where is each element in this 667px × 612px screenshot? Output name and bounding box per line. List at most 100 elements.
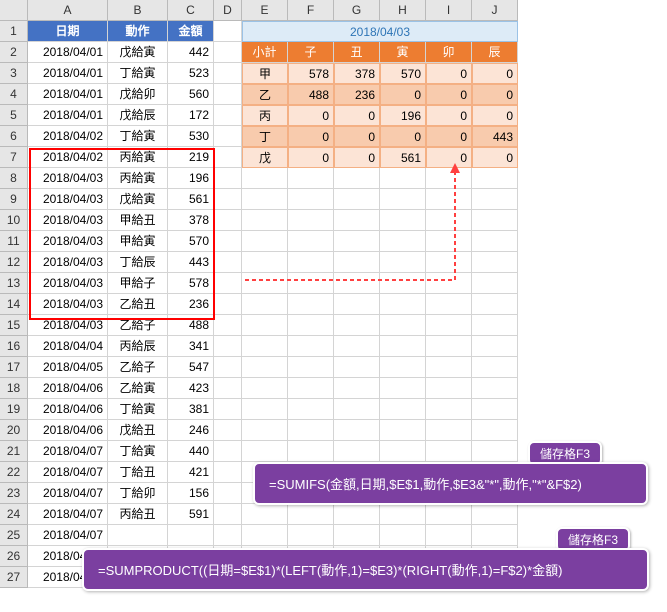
cell[interactable] [472,378,518,399]
cell[interactable]: 0 [426,126,472,147]
cell[interactable] [288,210,334,231]
cell[interactable] [242,168,288,189]
row-header[interactable]: 9 [0,189,28,210]
cell[interactable]: 196 [380,105,426,126]
cell[interactable] [242,378,288,399]
cell[interactable]: 2018/04/01 [28,84,108,105]
cell[interactable]: 丁給卯 [108,483,168,504]
cell[interactable]: 2018/04/03 [28,168,108,189]
column-header[interactable]: C [168,0,214,21]
cell[interactable] [334,441,380,462]
cell[interactable]: 547 [168,357,214,378]
cell[interactable] [472,336,518,357]
cell[interactable] [214,84,242,105]
cell[interactable] [472,504,518,525]
cell[interactable]: 2018/04/01 [28,63,108,84]
row-header[interactable]: 6 [0,126,28,147]
cell[interactable] [472,168,518,189]
cell[interactable] [380,336,426,357]
cell[interactable]: 戊 [242,147,288,168]
cell[interactable] [472,231,518,252]
cell[interactable] [242,294,288,315]
cell[interactable] [426,399,472,420]
cell[interactable]: 0 [472,63,518,84]
cell[interactable] [214,273,242,294]
cell[interactable] [214,168,242,189]
cell[interactable]: 乙 [242,84,288,105]
cell[interactable]: 0 [426,105,472,126]
cell[interactable]: 丁 [242,126,288,147]
cell[interactable]: 甲給寅 [108,231,168,252]
column-header[interactable]: F [288,0,334,21]
cell[interactable]: 0 [334,126,380,147]
cell[interactable] [214,462,242,483]
column-header[interactable]: H [380,0,426,21]
cell[interactable] [242,525,288,546]
cell[interactable] [334,357,380,378]
cell[interactable] [472,357,518,378]
cell[interactable]: 日期 [28,21,108,42]
cell[interactable]: 2018/04/03 [28,273,108,294]
cell[interactable] [288,315,334,336]
column-header[interactable]: A [28,0,108,21]
row-header[interactable]: 16 [0,336,28,357]
cell[interactable]: 2018/04/07 [28,441,108,462]
cell[interactable] [380,315,426,336]
cell[interactable] [472,210,518,231]
cell[interactable] [214,294,242,315]
cell[interactable] [214,420,242,441]
cell[interactable] [214,336,242,357]
cell[interactable] [214,441,242,462]
cell[interactable] [214,42,242,63]
cell[interactable]: 560 [168,84,214,105]
column-header[interactable] [0,0,28,21]
cell[interactable] [108,525,168,546]
cell[interactable] [380,504,426,525]
cell[interactable]: 2018/04/07 [28,504,108,525]
row-header[interactable]: 26 [0,546,28,567]
cell[interactable]: 0 [288,105,334,126]
cell[interactable]: 2018/04/04 [28,336,108,357]
cell[interactable] [214,231,242,252]
cell[interactable]: 丁給寅 [108,441,168,462]
cell[interactable] [214,483,242,504]
cell[interactable] [380,231,426,252]
cell[interactable]: 2018/04/03 [28,210,108,231]
column-header[interactable]: I [426,0,472,21]
cell[interactable]: 561 [380,147,426,168]
cell[interactable]: 甲 [242,63,288,84]
cell[interactable]: 440 [168,441,214,462]
cell[interactable]: 乙給寅 [108,378,168,399]
cell[interactable] [472,420,518,441]
cell[interactable] [334,315,380,336]
cell[interactable] [214,378,242,399]
cell[interactable]: 乙給丑 [108,294,168,315]
cell[interactable] [334,504,380,525]
cell[interactable] [214,105,242,126]
cell[interactable]: 卯 [426,42,472,63]
row-header[interactable]: 25 [0,525,28,546]
cell[interactable] [380,357,426,378]
cell[interactable]: 甲給丑 [108,210,168,231]
cell[interactable] [288,189,334,210]
cell[interactable] [380,273,426,294]
row-header[interactable]: 20 [0,420,28,441]
cell[interactable]: 丙給丑 [108,504,168,525]
cell[interactable] [288,399,334,420]
cell[interactable]: 236 [334,84,380,105]
cell[interactable]: 2018/04/07 [28,483,108,504]
cell[interactable] [380,525,426,546]
cell[interactable] [426,336,472,357]
cell[interactable] [214,210,242,231]
row-header[interactable]: 13 [0,273,28,294]
cell[interactable]: 戊給寅 [108,42,168,63]
cell[interactable]: 2018/04/07 [28,462,108,483]
cell[interactable]: 172 [168,105,214,126]
cell[interactable]: 2018/04/03 [242,21,518,42]
cell[interactable]: 0 [426,63,472,84]
cell[interactable]: 丁給寅 [108,63,168,84]
cell[interactable] [214,63,242,84]
cell[interactable]: 378 [334,63,380,84]
cell[interactable]: 2018/04/03 [28,294,108,315]
cell[interactable] [242,504,288,525]
